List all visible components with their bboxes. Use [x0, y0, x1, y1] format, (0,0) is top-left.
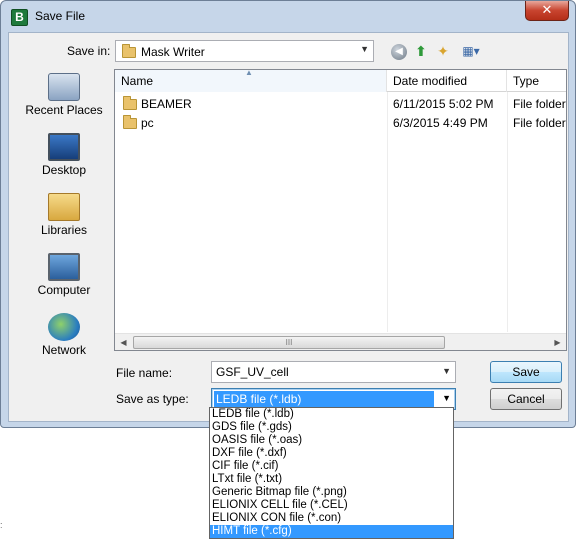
place-label: Computer	[37, 283, 91, 297]
place-label: Libraries	[40, 223, 88, 237]
place-label: Recent Places	[25, 103, 103, 117]
chevron-down-icon[interactable]: ▼	[442, 366, 451, 376]
create-new-folder-button[interactable]: ✦	[433, 41, 453, 61]
up-folder-icon: ⬆	[415, 43, 427, 59]
column-header-type[interactable]: Type	[507, 70, 566, 92]
file-type-option[interactable]: DXF file (*.dxf)	[210, 447, 453, 460]
column-header-row: ▲ Name Date modified Type	[115, 70, 566, 92]
folder-icon	[122, 44, 136, 58]
list-item[interactable]: pc 6/3/2015 4:49 PM File folder	[115, 114, 566, 133]
back-button[interactable]: ◀	[389, 41, 409, 61]
network-icon	[48, 313, 80, 341]
file-type-option[interactable]: OASIS file (*.oas)	[210, 434, 453, 447]
column-header-label: Date modified	[393, 74, 468, 88]
horizontal-scrollbar[interactable]: ◀ III ▶	[115, 333, 566, 350]
file-name-input[interactable]	[212, 362, 432, 382]
title-bar[interactable]: B Save File ✕	[1, 1, 575, 32]
item-date: 6/11/2015 5:02 PM	[393, 97, 494, 111]
app-icon: B	[11, 9, 28, 26]
place-network[interactable]: Network	[19, 311, 109, 369]
place-libraries[interactable]: Libraries	[19, 191, 109, 249]
place-desktop[interactable]: Desktop	[19, 131, 109, 189]
place-label: Desktop	[41, 163, 87, 177]
column-header-label: Name	[121, 74, 154, 88]
file-type-options-list[interactable]: LEDB file (*.ldb) GDS file (*.gds) OASIS…	[209, 407, 454, 539]
folder-icon	[123, 96, 137, 110]
column-header-label: Type	[513, 74, 540, 88]
save-in-dropdown[interactable]: Mask Writer ▼	[115, 40, 374, 62]
file-list[interactable]: ▲ Name Date modified Type BEAMER 6/11/20…	[114, 69, 567, 351]
sort-ascending-icon: ▲	[245, 69, 253, 77]
place-label: Network	[41, 343, 86, 357]
list-item[interactable]: BEAMER 6/11/2015 5:02 PM File folder	[115, 95, 566, 114]
file-type-option[interactable]: LTxt file (*.txt)	[210, 473, 453, 486]
scroll-left-icon[interactable]: ◀	[115, 334, 132, 350]
item-name: BEAMER	[141, 97, 192, 111]
column-header-name[interactable]: ▲ Name	[115, 70, 387, 92]
up-one-level-button[interactable]: ⬆	[411, 41, 431, 61]
cancel-button[interactable]: Cancel	[490, 388, 562, 410]
recent-places-icon	[48, 73, 80, 101]
close-icon: ✕	[541, 2, 553, 17]
save-file-dialog: B Save File ✕ Save in: Mask Writer ▼ ◀ ⬆…	[0, 0, 576, 428]
new-folder-icon: ✦	[437, 43, 449, 59]
column-header-date-modified[interactable]: Date modified	[387, 70, 507, 92]
item-type: File folder	[513, 116, 566, 130]
save-in-label: Save in:	[67, 44, 111, 58]
computer-icon	[48, 253, 80, 281]
window-title: Save File	[35, 9, 86, 23]
view-menu-button[interactable]: ▦▾	[457, 41, 485, 61]
view-menu-icon: ▦▾	[462, 44, 480, 58]
file-type-option-highlighted[interactable]: HIMT file (*.cfg)	[210, 525, 453, 538]
save-in-value: Mask Writer	[141, 45, 205, 59]
scroll-grip-icon: III	[285, 338, 293, 347]
close-button[interactable]: ✕	[525, 1, 569, 21]
place-recent-places[interactable]: Recent Places	[19, 71, 109, 129]
places-bar: Recent Places Desktop Libraries Computer…	[19, 71, 109, 361]
stray-mark: :	[0, 520, 3, 530]
folder-icon	[123, 115, 137, 129]
file-type-option[interactable]: Generic Bitmap file (*.png)	[210, 486, 453, 499]
file-name-field[interactable]: ▼	[211, 361, 456, 383]
back-arrow-icon: ◀	[391, 44, 407, 61]
file-type-option[interactable]: ELIONIX CON file (*.con)	[210, 512, 453, 525]
file-type-option[interactable]: LEDB file (*.ldb)	[210, 408, 453, 421]
item-type: File folder	[513, 97, 566, 111]
libraries-icon	[48, 193, 80, 221]
item-date: 6/3/2015 4:49 PM	[393, 116, 488, 130]
desktop-icon	[48, 133, 80, 161]
chevron-down-icon: ▼	[442, 393, 451, 403]
chevron-down-icon: ▼	[360, 44, 369, 54]
file-type-option[interactable]: CIF file (*.cif)	[210, 460, 453, 473]
item-name: pc	[141, 116, 154, 130]
place-computer[interactable]: Computer	[19, 251, 109, 309]
file-type-option[interactable]: GDS file (*.gds)	[210, 421, 453, 434]
dialog-client-area: Save in: Mask Writer ▼ ◀ ⬆ ✦ ▦▾ Recent P…	[8, 32, 569, 422]
scroll-right-icon[interactable]: ▶	[549, 334, 566, 350]
file-name-label: File name:	[116, 366, 173, 380]
save-as-type-label: Save as type:	[116, 392, 189, 406]
file-type-option[interactable]: ELIONIX CELL file (*.CEL)	[210, 499, 453, 512]
save-button[interactable]: Save	[490, 361, 562, 383]
scroll-thumb[interactable]: III	[133, 336, 445, 349]
save-as-type-value: LEDB file (*.ldb)	[214, 391, 434, 407]
